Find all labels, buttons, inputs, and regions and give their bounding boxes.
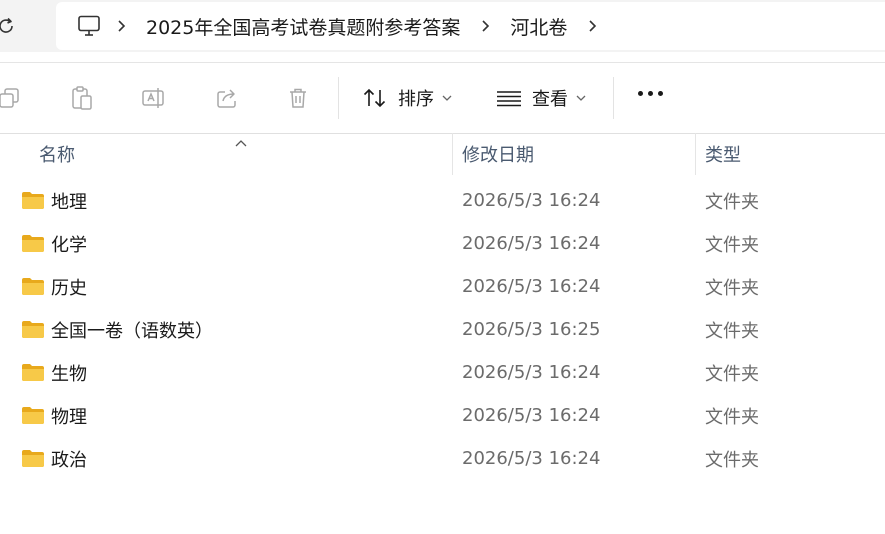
rename-icon[interactable] (141, 85, 167, 111)
file-type: 文件夹 (705, 406, 759, 428)
copy-icon[interactable] (0, 85, 22, 111)
sort-ascending-icon (234, 133, 248, 152)
folder-icon (21, 406, 45, 425)
column-name[interactable]: 名称 (39, 133, 75, 175)
chevron-right-icon[interactable] (573, 2, 611, 50)
file-name: 物理 (51, 406, 87, 428)
file-date: 2026/5/3 16:25 (462, 319, 601, 340)
command-bar: 排序 查看 (0, 62, 885, 134)
column-divider[interactable] (695, 133, 696, 175)
file-row[interactable]: 政治 2026/5/3 16:24 文件夹 (0, 437, 885, 480)
sort-label: 排序 (398, 89, 434, 110)
file-row[interactable]: 化学 2026/5/3 16:24 文件夹 (0, 222, 885, 265)
file-date: 2026/5/3 16:24 (462, 405, 601, 426)
file-type: 文件夹 (705, 191, 759, 213)
file-date: 2026/5/3 16:24 (462, 362, 601, 383)
file-date: 2026/5/3 16:24 (462, 276, 601, 297)
share-icon[interactable] (214, 85, 240, 111)
delete-icon[interactable] (285, 85, 311, 111)
file-type: 文件夹 (705, 234, 759, 256)
address-row: 2025年全国高考试卷真题附参考答案 河北卷 (0, 0, 885, 52)
column-date[interactable]: 修改日期 (462, 133, 534, 175)
file-list: 地理 2026/5/3 16:24 文件夹 化学 2026/5/3 16:24 … (0, 179, 885, 480)
file-row[interactable]: 历史 2026/5/3 16:24 文件夹 (0, 265, 885, 308)
file-type: 文件夹 (705, 449, 759, 471)
paste-icon[interactable] (69, 85, 95, 111)
breadcrumb-item[interactable]: 2025年全国高考试卷真题附参考答案 (140, 13, 466, 40)
file-row[interactable]: 生物 2026/5/3 16:24 文件夹 (0, 351, 885, 394)
folder-icon (21, 449, 45, 468)
computer-icon[interactable] (76, 13, 102, 39)
address-bar[interactable]: 2025年全国高考试卷真题附参考答案 河北卷 (56, 2, 885, 50)
file-row[interactable]: 地理 2026/5/3 16:24 文件夹 (0, 179, 885, 222)
folder-icon (21, 234, 45, 253)
toolbar-divider (613, 77, 614, 119)
file-row[interactable]: 物理 2026/5/3 16:24 文件夹 (0, 394, 885, 437)
column-header-row: 名称 修改日期 类型 (0, 133, 885, 175)
breadcrumb-item[interactable]: 河北卷 (504, 13, 573, 40)
file-row[interactable]: 全国一卷（语数英） 2026/5/3 16:25 文件夹 (0, 308, 885, 351)
view-label: 查看 (532, 89, 568, 110)
column-divider[interactable] (452, 133, 453, 175)
toolbar-divider (338, 77, 339, 119)
column-type[interactable]: 类型 (705, 133, 741, 175)
file-type: 文件夹 (705, 363, 759, 385)
chevron-right-icon[interactable] (466, 2, 504, 50)
folder-icon (21, 363, 45, 382)
file-name: 生物 (51, 363, 87, 385)
file-name: 化学 (51, 234, 87, 256)
file-name: 政治 (51, 449, 87, 471)
folder-icon (21, 191, 45, 210)
view-button[interactable]: 查看 (496, 83, 586, 113)
sort-icon (362, 86, 388, 110)
file-date: 2026/5/3 16:24 (462, 233, 601, 254)
file-name: 地理 (51, 191, 87, 213)
file-type: 文件夹 (705, 320, 759, 342)
chevron-right-icon[interactable] (102, 2, 140, 50)
chevron-down-icon (442, 95, 452, 102)
file-date: 2026/5/3 16:24 (462, 448, 601, 469)
file-name: 全国一卷（语数英） (51, 320, 213, 342)
refresh-icon[interactable] (0, 14, 18, 38)
folder-icon (21, 277, 45, 296)
file-name: 历史 (51, 277, 87, 299)
view-icon (496, 87, 522, 109)
more-icon[interactable] (638, 91, 663, 96)
folder-icon (21, 320, 45, 339)
file-type: 文件夹 (705, 277, 759, 299)
sort-button[interactable]: 排序 (362, 83, 452, 113)
file-date: 2026/5/3 16:24 (462, 190, 601, 211)
chevron-down-icon (576, 95, 586, 102)
